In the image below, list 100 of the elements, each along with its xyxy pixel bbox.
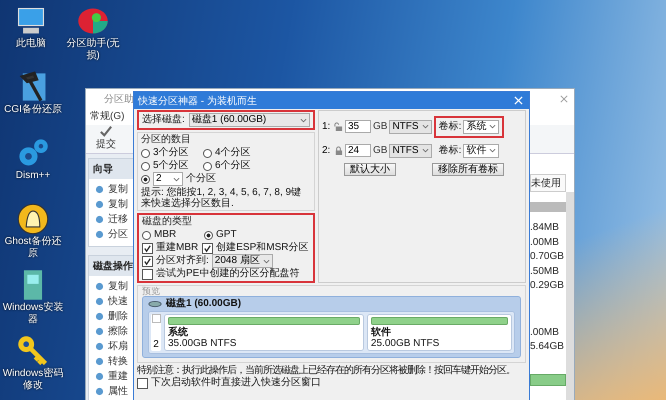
caret-icon xyxy=(173,176,180,182)
sidebar-item[interactable]: 迁移 xyxy=(108,212,128,226)
checkbox-label[interactable]: 尝试为PE中创建的分区分配盘符 xyxy=(156,268,300,280)
checkbox-label[interactable]: 创建ESP和MSR分区 xyxy=(216,242,308,254)
dialog-title: 快速分区神器 - 为装机而生 xyxy=(138,94,257,108)
desktop-icon-label[interactable]: 此电脑 xyxy=(0,38,62,50)
count-dropdown[interactable]: 2 xyxy=(153,172,183,186)
table-cell-text: .00MB xyxy=(530,236,560,250)
checkbox[interactable] xyxy=(152,314,160,323)
table-cell-text: .84MB xyxy=(530,222,560,235)
caret-icon xyxy=(300,118,307,122)
checkbox[interactable] xyxy=(142,256,153,266)
radio-button[interactable] xyxy=(141,162,150,170)
menu-item[interactable]: 常规(G) xyxy=(90,109,124,125)
table-cell-text: .50MB xyxy=(530,266,560,278)
checkbox-label[interactable]: 下次启动软件时直接进入快速分区窗口 xyxy=(151,377,321,389)
desktop-icon-label[interactable]: Windows密码修改 xyxy=(2,368,64,392)
checkbox[interactable] xyxy=(137,378,148,388)
sidebar-item[interactable]: 坏扇 xyxy=(108,339,128,353)
checkbox[interactable] xyxy=(142,242,153,254)
desktop-icon-label[interactable]: Ghost备份还原 xyxy=(2,236,64,260)
desktop-icon-label[interactable]: Windows安装器 xyxy=(2,302,64,326)
ghost-icon[interactable] xyxy=(16,202,50,236)
align-dropdown[interactable]: 2048 扇区 xyxy=(212,254,273,268)
caret-icon xyxy=(422,124,429,129)
caret-icon xyxy=(422,148,429,153)
group-title: 预览 xyxy=(142,286,161,296)
sidebar-item[interactable]: 转换 xyxy=(108,354,128,368)
radio-label[interactable]: 5个分区 xyxy=(153,160,189,172)
radio-label[interactable]: 4个分区 xyxy=(215,147,251,159)
disk-number: 2 xyxy=(153,339,159,351)
checkbox-label[interactable]: 重建MBR xyxy=(156,242,198,254)
close-icon[interactable] xyxy=(560,95,568,103)
window-title: 分区助 xyxy=(104,92,134,106)
default-size-button[interactable]: 默认大小 xyxy=(344,163,396,176)
submit-button[interactable]: 提交 xyxy=(96,125,116,151)
lock-icon[interactable] xyxy=(334,146,343,155)
checkbox[interactable] xyxy=(202,242,214,254)
radio-label[interactable]: 6个分区 xyxy=(215,160,251,172)
radio-button[interactable] xyxy=(142,230,151,240)
partition-detail: 25.00GB NTFS xyxy=(370,338,440,349)
key-icon[interactable] xyxy=(16,334,50,368)
group-title: 分区的数目 xyxy=(141,134,192,146)
partition-detail: 35.00GB NTFS xyxy=(168,338,238,349)
hint-text: 提示: 您能按1, 2, 3, 4, 5, 6, 7, 8, 9键来快速选择分区数目. xyxy=(141,187,302,209)
sidebar-item[interactable]: 分区 xyxy=(108,227,128,241)
partition-name: 系统 xyxy=(168,327,189,338)
column-header[interactable]: 未使用 xyxy=(530,174,566,192)
table-cell-text: 5.64GB xyxy=(530,341,565,354)
checkbox-label[interactable]: 分区对齐到: xyxy=(156,255,209,267)
volume-dropdown[interactable]: 软件 xyxy=(463,144,500,158)
sidebar-item[interactable]: 复制 xyxy=(108,197,128,211)
radio-button[interactable] xyxy=(204,230,213,240)
unit-label: GB xyxy=(373,144,388,156)
radio-button[interactable] xyxy=(141,148,150,158)
checkbox[interactable] xyxy=(142,268,153,280)
unit-label: GB xyxy=(373,120,388,132)
sidebar-item[interactable]: 属性 xyxy=(108,384,128,398)
sidebar-item[interactable]: 复制 xyxy=(108,279,128,293)
table-cell-text: .00MB xyxy=(530,326,560,340)
partition-number: 1: xyxy=(322,120,332,132)
table-cell-text: 0.70GB xyxy=(530,251,565,264)
size-input[interactable]: 35 xyxy=(345,120,371,133)
partition-name: 软件 xyxy=(370,327,392,338)
filesystem-dropdown[interactable]: NTFS xyxy=(389,144,432,158)
sidebar-item[interactable]: 擦除 xyxy=(108,324,128,338)
sidebar-item[interactable]: 删除 xyxy=(108,309,128,323)
radio-label[interactable]: 3个分区 xyxy=(153,147,189,159)
desktop-icon-label[interactable]: Dism++ xyxy=(2,170,64,182)
radio-button[interactable] xyxy=(203,162,212,170)
table-cell-text: 0.29GB xyxy=(530,280,565,293)
hard-drive-icon xyxy=(148,300,162,308)
radio-label[interactable]: GPT xyxy=(216,229,237,241)
radio-button[interactable] xyxy=(203,148,212,158)
size-input[interactable]: 24 xyxy=(345,144,371,157)
sidebar-item[interactable]: 重建 xyxy=(108,369,128,383)
scrollbar[interactable] xyxy=(566,192,574,400)
volume-dropdown[interactable]: 系统 xyxy=(463,120,500,134)
desktop-icon-label[interactable]: 分区助手(无损) xyxy=(62,38,124,62)
partition-number: 2: xyxy=(322,144,332,156)
unlocked-icon[interactable] xyxy=(334,122,343,131)
field-label: 选择磁盘: xyxy=(142,114,185,126)
filesystem-dropdown[interactable]: NTFS xyxy=(389,120,432,134)
radio-button[interactable] xyxy=(141,174,150,184)
field-label: 卷标: xyxy=(438,120,462,132)
field-label: 卷标: xyxy=(438,144,462,156)
sidebar-item[interactable]: 快速 xyxy=(108,294,128,308)
warning-text: 特别注意：执行此操作后，当前所选磁盘上已经存在的所有分区将被删除！按回车键开始分区。 xyxy=(137,365,515,376)
sidebar-item[interactable]: 复制 xyxy=(108,182,128,196)
caret-icon xyxy=(262,258,270,264)
disk-dropdown[interactable]: 磁盘1 (60.00GB) xyxy=(188,113,310,127)
disk-bar xyxy=(530,374,566,386)
remove-labels-button[interactable]: 移除所有卷标 xyxy=(432,163,504,176)
caret-icon xyxy=(489,124,496,129)
radio-label[interactable]: MBR xyxy=(154,229,176,241)
desktop-icon-label[interactable]: CGI备份还原 xyxy=(2,104,64,116)
partition-card[interactable]: 软件 25.00GB NTFS xyxy=(366,314,512,351)
caret-icon xyxy=(489,148,496,153)
partition-card[interactable]: 系统 35.00GB NTFS xyxy=(164,314,364,351)
count-suffix: 个分区 xyxy=(186,173,216,185)
